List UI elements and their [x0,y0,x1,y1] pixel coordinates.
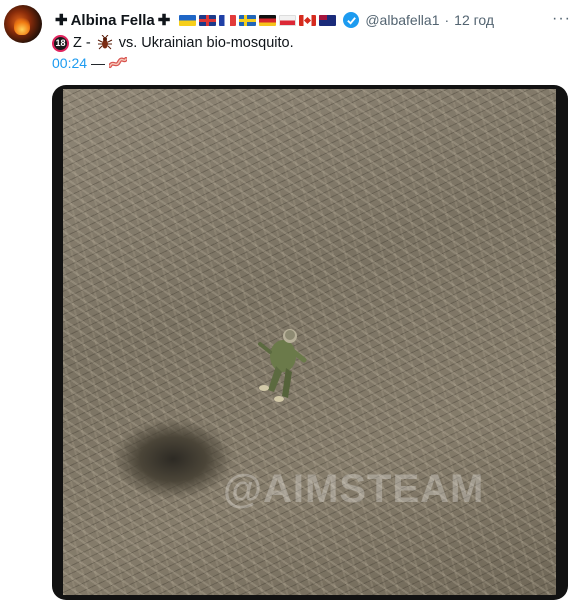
tweet-timestamp[interactable]: 12 год [454,12,494,28]
video-watermark: @AIMSTEAM [223,467,485,511]
video-info: 00:24 — [52,54,128,72]
video-player[interactable]: @AIMSTEAM [52,85,568,600]
tweet-header: ✚ Albina Fella ✚ @albafella1 · 12 год [52,9,494,31]
bacon-icon [109,57,128,68]
user-handle[interactable]: @albafella1 [365,12,439,28]
drone-video-frame[interactable]: @AIMSTEAM [63,89,556,595]
dash-separator: — [91,55,106,71]
separator-dot: · [444,12,450,28]
flag-list [179,14,339,26]
tweet-text-suffix: vs. Ukrainian bio-mosquito. [118,35,294,51]
more-options-icon[interactable]: ··· [552,10,571,28]
poland-flag-icon [279,14,297,26]
age-18-badge-icon: 18 [52,34,69,52]
bug-icon [97,35,112,50]
tweet-card[interactable]: ✚ Albina Fella ✚ @albafella1 · 12 год ··… [0,0,579,607]
germany-flag-icon [259,14,277,26]
video-duration: 00:24 [52,55,88,71]
cross-symbol: ✚ [55,12,68,29]
canada-flag-icon [299,14,317,26]
avatar[interactable] [4,5,42,43]
verified-badge-icon [343,12,360,28]
cross-symbol: ✚ [157,12,171,29]
uk-flag-icon [199,14,217,26]
france-flag-icon [219,14,237,26]
sweden-flag-icon [239,14,257,26]
ukraine-flag-icon [179,14,197,26]
tweet-text: 18 Z - vs. Ukrainian bio-mosquito. [52,33,294,53]
avatar-fire-image [14,17,30,35]
soldier-figure-image [258,329,307,402]
display-name[interactable]: Albina Fella [71,12,155,29]
tweet-text-prefix: Z - [73,35,91,51]
australia-flag-icon [319,14,337,26]
